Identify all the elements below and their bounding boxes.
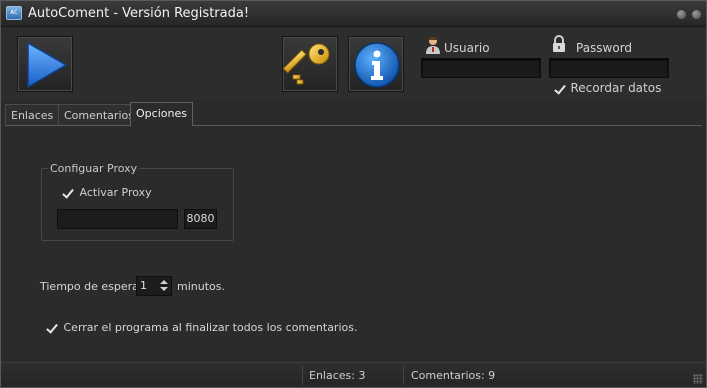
status-comments: Comentarios: 9 <box>411 369 496 382</box>
close-button[interactable] <box>691 9 702 20</box>
title-bar[interactable]: AC AutoComent - Versión Registrada! <box>1 1 706 27</box>
resize-grip-icon[interactable] <box>693 374 703 384</box>
checkmark-icon <box>45 322 58 335</box>
info-icon <box>354 42 400 88</box>
start-button[interactable] <box>17 36 73 92</box>
checkmark-icon <box>553 83 566 96</box>
options-panel: Configuar Proxy Activar Proxy 8080 Tiemp… <box>5 125 702 361</box>
password-input[interactable] <box>549 58 669 78</box>
activate-proxy-checkbox[interactable]: Activar Proxy <box>61 186 152 200</box>
status-links: Enlaces: 3 <box>309 369 366 382</box>
tab-comentarios[interactable]: Comentarios <box>58 104 140 125</box>
password-label: Password <box>576 41 633 55</box>
activate-proxy-label: Activar Proxy <box>79 186 152 199</box>
status-divider <box>302 366 303 385</box>
proxy-group-title: Configuar Proxy <box>48 162 140 175</box>
proxy-group: Configuar Proxy Activar Proxy 8080 <box>41 162 234 241</box>
play-icon <box>27 41 68 89</box>
tab-opciones[interactable]: Opciones <box>130 102 193 126</box>
tab-enlaces[interactable]: Enlaces <box>5 104 60 125</box>
window-title: AutoComent - Versión Registrada! <box>28 6 250 21</box>
proxy-host-input[interactable] <box>57 209 178 229</box>
status-divider <box>403 366 404 385</box>
lock-icon <box>553 35 565 52</box>
checkmark-icon <box>61 187 74 200</box>
key-icon <box>283 43 330 85</box>
remember-label: Recordar datos <box>570 81 662 95</box>
close-on-finish-checkbox[interactable]: Cerrar el programa al finalizar todos lo… <box>45 321 358 335</box>
user-input[interactable] <box>421 58 541 78</box>
app-icon: AC <box>6 6 22 20</box>
user-label: Usuario <box>444 41 490 55</box>
close-on-finish-label: Cerrar el programa al finalizar todos lo… <box>63 321 358 334</box>
spin-down-icon[interactable] <box>158 286 170 294</box>
timeout-unit: minutos. <box>177 280 225 293</box>
timeout-stepper[interactable]: 1 <box>136 276 172 296</box>
spin-up-icon[interactable] <box>158 278 170 286</box>
timeout-value: 1 <box>140 279 147 292</box>
toolbar: Usuario Password Recordar datos <box>1 28 706 100</box>
minimize-button[interactable] <box>676 9 687 20</box>
status-bar: Enlaces: 3 Comentarios: 9 <box>1 362 706 387</box>
about-button[interactable] <box>348 36 404 92</box>
user-icon <box>426 37 440 54</box>
app-window: AC AutoComent - Versión Registrada! Usua… <box>0 0 707 388</box>
remember-checkbox[interactable]: Recordar datos <box>553 81 662 96</box>
proxy-port-input[interactable]: 8080 <box>184 209 217 229</box>
license-key-button[interactable] <box>282 36 338 92</box>
timeout-label: Tiempo de espera: <box>40 280 143 293</box>
